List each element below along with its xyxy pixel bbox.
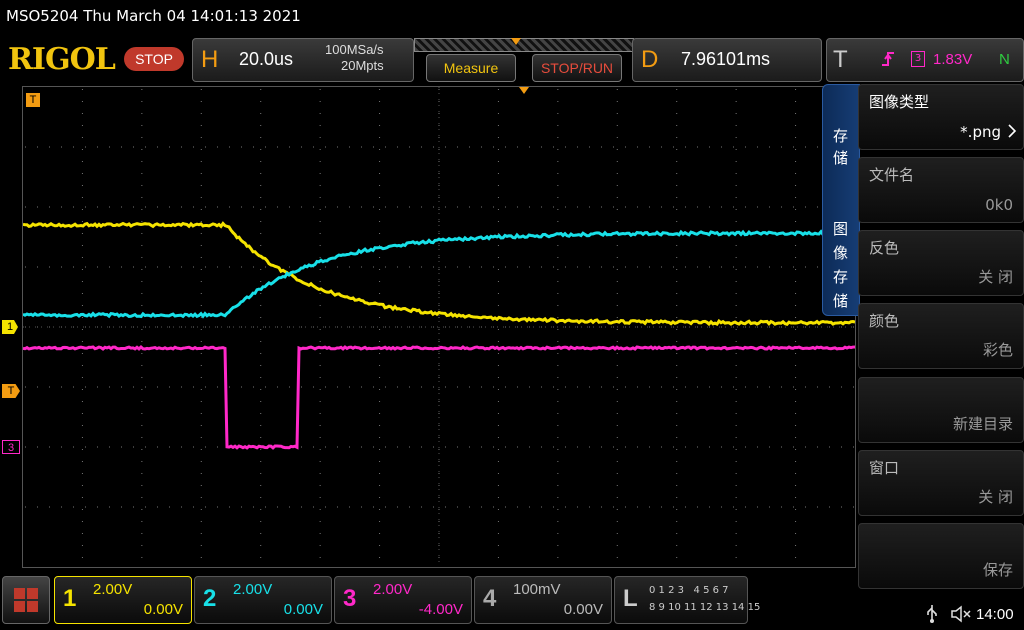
ch3-offset: -4.00V xyxy=(419,601,463,618)
menu-item-label: 文件名 xyxy=(869,164,914,185)
ch3-scale: 2.00V xyxy=(373,581,412,598)
menu-item-value: 新建目录 xyxy=(953,413,1013,434)
menu-item-value: 保存 xyxy=(983,559,1013,580)
ch3-panel[interactable]: 3 2.00V -4.00V xyxy=(334,576,472,624)
ch3-offset-marker[interactable]: 3 xyxy=(2,440,20,454)
ch1-offset: 0.00V xyxy=(144,601,183,618)
menu-item-1[interactable]: 文件名 0k0 xyxy=(858,157,1024,223)
logic-panel[interactable]: L 0 1 2 3 4 5 6 7 8 9 10 11 12 13 14 15 xyxy=(614,576,748,624)
delay-panel[interactable]: D 7.96101ms xyxy=(632,38,822,82)
menu-item-value: 关 闭 xyxy=(978,486,1013,507)
trigger-position-marker xyxy=(519,87,529,94)
device-title: MSO5204 Thu March 04 14:01:13 2021 xyxy=(6,7,301,25)
ch4-panel[interactable]: 4 100mV 0.00V xyxy=(474,576,612,624)
menu-item-value: *.png xyxy=(960,123,1001,141)
menu-item-label: 窗口 xyxy=(869,457,899,478)
measure-button[interactable]: Measure xyxy=(426,54,516,82)
menu-item-0[interactable]: 图像类型 *.png xyxy=(858,84,1024,150)
trigger-edge-icon xyxy=(881,51,895,67)
trigger-channel-icon: 3 xyxy=(911,51,925,67)
trigger-level: 1.83V xyxy=(933,51,972,68)
logic-letter: L xyxy=(623,585,638,613)
sample-rate: 100MSa/s xyxy=(325,42,384,57)
speaker-muted-icon[interactable] xyxy=(950,604,974,624)
menu-item-2[interactable]: 反色关 闭 xyxy=(858,230,1024,296)
menu-item-5[interactable]: 窗口关 闭 xyxy=(858,450,1024,516)
horizontal-panel[interactable]: H 20.0us 100MSa/s 20Mpts xyxy=(192,38,414,82)
ch3-waveform xyxy=(23,347,855,448)
home-button[interactable] xyxy=(2,576,50,624)
ch2-waveform xyxy=(23,232,855,317)
trigger-marker[interactable]: T xyxy=(2,384,20,398)
clock: 14:00 xyxy=(976,606,1014,623)
side-tab-panel: 存储 图像存储 xyxy=(822,84,860,316)
ch1-number: 1 xyxy=(63,585,76,613)
trigger-mode: N xyxy=(999,51,1010,68)
menu-item-label: 图像类型 xyxy=(869,91,929,112)
menu-item-3[interactable]: 颜色彩色 xyxy=(858,303,1024,369)
horizontal-letter: H xyxy=(201,46,218,74)
logic-row2: 8 9 10 11 12 13 14 15 xyxy=(649,602,760,613)
rigol-logo: RIGOL xyxy=(8,42,115,77)
ch4-offset: 0.00V xyxy=(564,601,603,618)
ch2-scale: 2.00V xyxy=(233,581,272,598)
menu-item-value: 0k0 xyxy=(985,196,1013,214)
image-save-tab[interactable]: 图像存储 xyxy=(833,217,849,313)
ch1-panel[interactable]: 1 2.00V 0.00V xyxy=(54,576,192,624)
trigger-letter: T xyxy=(833,46,848,74)
ch2-offset: 0.00V xyxy=(284,601,323,618)
grid-menu-icon xyxy=(14,588,38,612)
ch2-number: 2 xyxy=(203,585,216,613)
trigger-level-marker[interactable]: T xyxy=(26,93,40,107)
waveform-display[interactable] xyxy=(22,86,856,568)
menu-item-value: 关 闭 xyxy=(978,266,1013,287)
menu-item-label: 颜色 xyxy=(869,310,899,331)
menu-item-label: 反色 xyxy=(869,237,899,258)
trigger-panel[interactable]: T 3 1.83V N xyxy=(826,38,1024,82)
ch3-number: 3 xyxy=(343,585,356,613)
menu-item-value: 彩色 xyxy=(983,339,1013,360)
menu-item-6[interactable]: 保存 xyxy=(858,523,1024,589)
chevron-right-icon xyxy=(1007,123,1017,139)
ch1-scale: 2.00V xyxy=(93,581,132,598)
menu-item-4[interactable]: 新建目录 xyxy=(858,377,1024,443)
ch4-scale: 100mV xyxy=(513,581,561,598)
save-tab[interactable]: 存储 xyxy=(833,125,849,169)
delay-value: 7.96101ms xyxy=(681,49,770,70)
title-bar: MSO5204 Thu March 04 14:01:13 2021 xyxy=(0,0,1024,34)
timebase-value: 20.0us xyxy=(239,49,293,70)
stop-run-button[interactable]: STOP/RUN xyxy=(532,54,622,82)
usb-icon xyxy=(924,604,940,624)
ch2-panel[interactable]: 2 2.00V 0.00V xyxy=(194,576,332,624)
memory-position-bar[interactable] xyxy=(414,38,634,52)
trigger-position-icon xyxy=(511,38,521,46)
delay-letter: D xyxy=(641,46,658,74)
memory-depth: 20Mpts xyxy=(341,58,384,73)
waveforms xyxy=(23,87,855,567)
ch1-offset-marker[interactable]: 1 xyxy=(2,320,18,334)
ch4-number: 4 xyxy=(483,585,496,613)
run-state-badge[interactable]: STOP xyxy=(124,47,184,71)
logic-row1: 0 1 2 3 4 5 6 7 xyxy=(649,585,729,596)
